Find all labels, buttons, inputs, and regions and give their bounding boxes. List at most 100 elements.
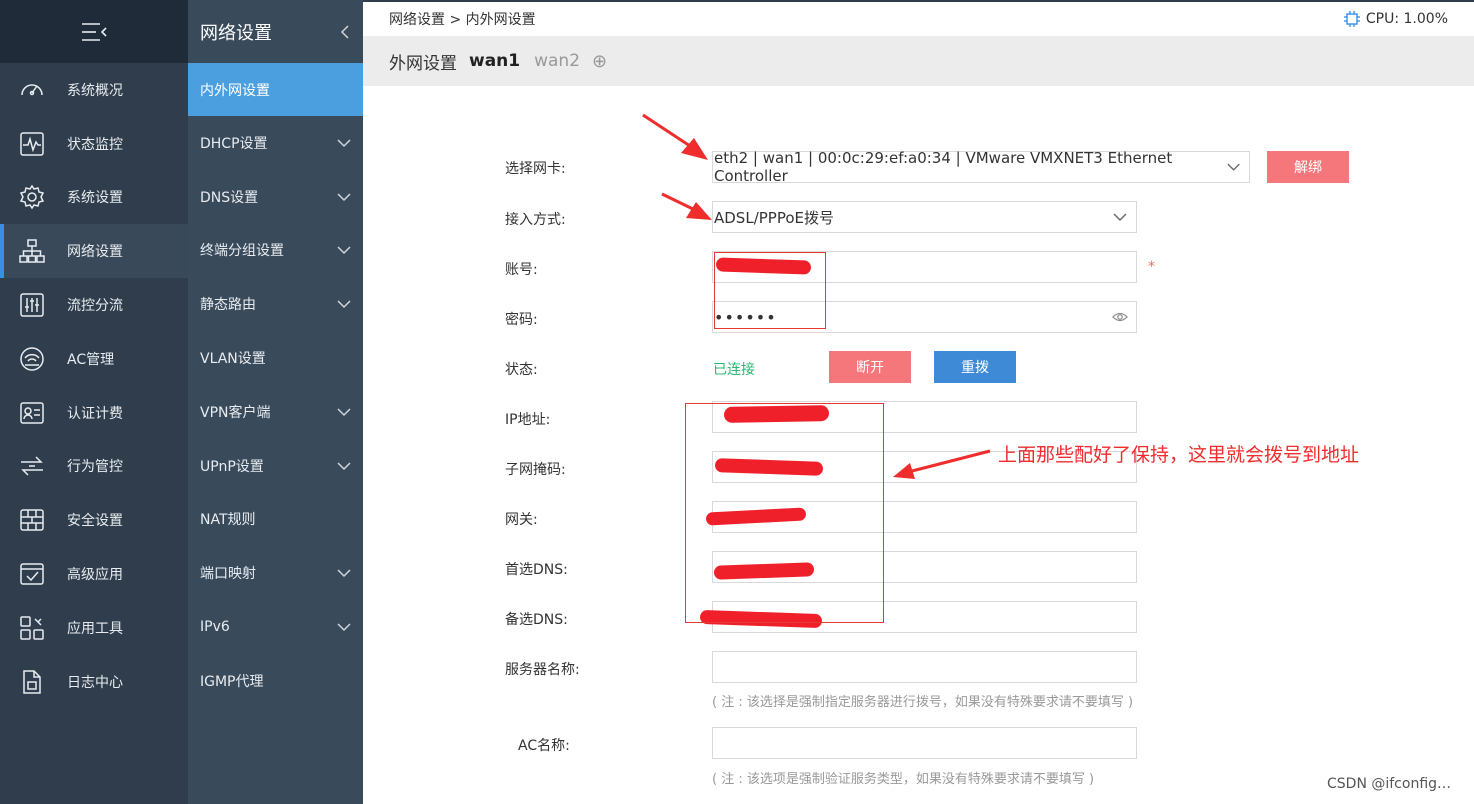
document-icon — [18, 668, 46, 696]
sidebar-item-auth[interactable]: 认证计费 — [0, 386, 188, 440]
sidebar-item-network[interactable]: 网络设置 — [0, 224, 188, 279]
ac-name-input[interactable] — [712, 727, 1137, 759]
app-root: 系统概况 状态监控 系统设置 网络设置 流控分流 AC管理 认证计费 行为管控 … — [0, 0, 1474, 804]
subnav-item-label: VPN客户端 — [200, 404, 271, 421]
subnav-item-lan-wan[interactable]: 内外网设置 — [188, 63, 363, 116]
sidebar-item-label: 认证计费 — [67, 405, 123, 422]
gateway-label: 网关: — [505, 512, 538, 528]
mode-select-value: ADSL/PPPoE拨号 — [714, 208, 835, 227]
menu-toggle-button[interactable] — [0, 0, 188, 63]
sidebar-item-ac[interactable]: AC管理 — [0, 332, 188, 386]
chevron-down-icon — [337, 139, 351, 147]
subnav-item-label: DHCP设置 — [200, 135, 268, 152]
mask-label: 子网掩码: — [505, 462, 566, 478]
sliders-icon — [18, 291, 46, 319]
sidebar-item-label: 高级应用 — [67, 567, 123, 584]
subnav-item-ipv6[interactable]: IPv6 — [188, 600, 363, 654]
sidebar-item-tools[interactable]: 应用工具 — [0, 601, 188, 655]
subnav-item-label: 内外网设置 — [200, 82, 270, 99]
highlight-box-address — [685, 403, 884, 623]
menu-collapse-icon — [82, 22, 107, 41]
sidebar-item-advanced[interactable]: 高级应用 — [0, 547, 188, 601]
subnav-item-label: DNS设置 — [200, 189, 259, 206]
nic-select-value: eth2 | wan1 | 00:0c:29:ef:a0:34 | VMware… — [714, 149, 1173, 185]
sidebar-item-label: 应用工具 — [67, 620, 123, 637]
sidebar-item-label: 系统概况 — [67, 82, 123, 99]
server-name-note: ( 注 : 该选择是强制指定服务器进行拨号，如果没有特殊要求请不要填写 ) — [712, 695, 1134, 710]
checklist-icon — [18, 560, 46, 588]
monitor-icon — [18, 130, 46, 158]
sidebar-item-label: 行为管控 — [67, 459, 123, 476]
sidebar-item-traffic[interactable]: 流控分流 — [0, 278, 188, 332]
sidebar-item-label: AC管理 — [67, 351, 115, 368]
subnav-item-igmp[interactable]: IGMP代理 — [188, 654, 363, 708]
cpu-chip-icon — [1343, 11, 1360, 27]
subnav-item-static-route[interactable]: 静态路由 — [188, 277, 363, 331]
sidebar-item-logs[interactable]: 日志中心 — [0, 655, 188, 709]
sidebar-item-behavior[interactable]: 行为管控 — [0, 440, 188, 494]
account-label: 账号: — [505, 262, 538, 278]
ac-name-label: AC名称: — [518, 738, 570, 754]
ip-label: IP地址: — [505, 412, 551, 428]
redial-button[interactable]: 重拨 — [934, 351, 1016, 383]
collapse-left-icon[interactable] — [339, 24, 351, 40]
subnav-item-label: NAT规则 — [200, 512, 256, 529]
sidebar-item-overview[interactable]: 系统概况 — [0, 63, 188, 117]
required-mark: * — [1148, 259, 1155, 275]
sub-nav-header: 网络设置 — [188, 0, 363, 63]
breadcrumb: 网络设置 > 内外网设置 — [389, 12, 536, 28]
sidebar-item-label: 流控分流 — [67, 298, 123, 315]
transfer-icon — [18, 452, 46, 480]
password-label: 密码: — [505, 312, 538, 328]
annotation-text: 上面那些配好了保持，这里就会拨号到地址 — [998, 444, 1360, 466]
subnav-item-terminal-group[interactable]: 终端分组设置 — [188, 224, 363, 278]
sidebar-item-security[interactable]: 安全设置 — [0, 493, 188, 547]
watermark: CSDN @ifconfig… — [1327, 776, 1452, 792]
sidebar-item-label: 网络设置 — [67, 244, 123, 261]
firewall-icon — [18, 506, 46, 534]
subnav-item-port-mapping[interactable]: 端口映射 — [188, 546, 363, 600]
subnav-item-label: IGMP代理 — [200, 673, 264, 690]
chevron-down-icon — [1227, 163, 1240, 171]
sidebar-item-monitor[interactable]: 状态监控 — [0, 117, 188, 171]
chevron-down-icon — [337, 623, 351, 632]
add-wan-icon[interactable]: ⊕ — [592, 51, 607, 72]
dashboard-icon — [18, 76, 46, 104]
wifi-router-icon — [18, 345, 46, 373]
chevron-down-icon — [337, 246, 351, 255]
subnav-item-vpn-client[interactable]: VPN客户端 — [188, 385, 363, 439]
tab-wan1[interactable]: wan1 — [469, 51, 520, 71]
subnav-item-upnp[interactable]: UPnP设置 — [188, 439, 363, 493]
network-icon — [18, 237, 46, 265]
subnav-item-nat[interactable]: NAT规则 — [188, 493, 363, 547]
chevron-down-icon — [1113, 213, 1127, 221]
gear-icon — [18, 183, 46, 211]
sidebar-item-label: 系统设置 — [67, 190, 123, 207]
subnav-item-vlan[interactable]: VLAN设置 — [188, 331, 363, 385]
cpu-indicator: CPU: 1.00% — [1342, 10, 1448, 28]
mode-select[interactable]: ADSL/PPPoE拨号 — [712, 201, 1137, 233]
server-name-label: 服务器名称: — [505, 662, 580, 678]
sub-nav: 网络设置 内外网设置 DHCP设置 DNS设置 终端分组设置 静态路由 VLAN… — [188, 0, 363, 804]
server-name-input[interactable] — [712, 651, 1137, 683]
section-title: 外网设置 — [389, 53, 457, 74]
top-bar: 网络设置 > 内外网设置 CPU: 1.00% — [363, 0, 1474, 36]
nic-select[interactable]: eth2 | wan1 | 00:0c:29:ef:a0:34 | VMware… — [712, 149, 1250, 185]
dns2-label: 备选DNS: — [505, 612, 568, 628]
chevron-down-icon — [337, 569, 351, 578]
dns1-label: 首选DNS: — [505, 562, 568, 578]
subnav-item-label: VLAN设置 — [200, 351, 266, 368]
chevron-down-icon — [337, 408, 351, 416]
highlight-box-credentials — [714, 252, 826, 329]
disconnect-button[interactable]: 断开 — [829, 351, 911, 383]
sidebar-item-system[interactable]: 系统设置 — [0, 171, 188, 225]
unbind-button[interactable]: 解绑 — [1267, 151, 1349, 183]
eye-icon[interactable] — [1112, 311, 1128, 323]
subnav-item-dhcp[interactable]: DHCP设置 — [188, 116, 363, 170]
sidebar-item-label: 日志中心 — [67, 674, 123, 691]
subnav-item-label: 端口映射 — [200, 566, 256, 583]
nic-label: 选择网卡: — [505, 161, 566, 177]
tab-wan2[interactable]: wan2 — [534, 51, 580, 71]
subnav-item-dns[interactable]: DNS设置 — [188, 170, 363, 224]
chevron-down-icon — [337, 462, 351, 470]
